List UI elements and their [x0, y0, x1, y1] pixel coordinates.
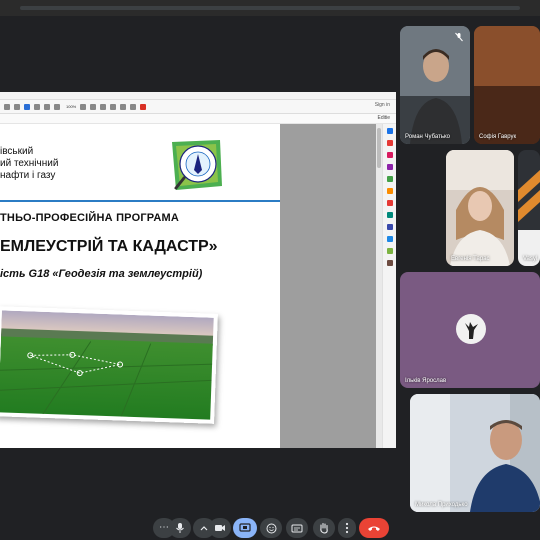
pdf-subtoolbar: Editie: [0, 114, 396, 124]
zoom-out-icon[interactable]: [44, 103, 50, 110]
participant-video: [446, 150, 514, 266]
edit-tool-icon[interactable]: [387, 164, 393, 170]
university-line: нафти і газу: [0, 170, 56, 181]
edit-label[interactable]: Editie: [377, 115, 390, 121]
scrollbar-thumb[interactable]: [377, 128, 381, 168]
grid-icon[interactable]: [14, 103, 20, 110]
program-title: ЕМЛЕУСТРІЙ ТА КАДАСТР»: [0, 238, 218, 255]
fit-icon[interactable]: [80, 103, 87, 110]
participant-name: Роман Чубатько: [405, 134, 450, 140]
specialty-line: ість G18 «Геодезія та землеустрій): [0, 268, 203, 280]
participant-tile[interactable]: Ільків Ярослав: [400, 272, 540, 388]
more-actions-button[interactable]: [338, 518, 356, 538]
highlight-icon[interactable]: [110, 103, 117, 110]
camera-button[interactable]: [209, 518, 231, 538]
captions-icon: [291, 524, 303, 532]
chevron-up-icon: [200, 526, 208, 531]
leave-call-button[interactable]: [359, 518, 389, 538]
text-icon[interactable]: [120, 103, 127, 110]
emoji-button[interactable]: [260, 518, 282, 538]
delete-icon[interactable]: [130, 103, 137, 110]
comment-tool-icon[interactable]: [387, 176, 393, 182]
document-margin: [280, 124, 376, 448]
participant-video: [474, 26, 540, 144]
participant-tile[interactable]: Роман Чубатько: [400, 26, 470, 144]
document-page: івський ий технічний нафти і газу ТНЬО-П…: [0, 124, 280, 448]
participant-tile[interactable]: Софія Гаврук: [474, 26, 540, 144]
camera-icon: [215, 525, 225, 531]
zoom-level[interactable]: 100%: [66, 104, 76, 109]
more-horizontal-icon: ⋯: [159, 522, 169, 533]
window-titlebar: [0, 92, 396, 100]
tools-rail: [382, 124, 396, 448]
more-vertical-icon: [345, 522, 349, 534]
create-tool-icon[interactable]: [387, 152, 393, 158]
top-bar: [20, 6, 520, 10]
emoji-icon: [266, 523, 276, 533]
end-call-icon: [368, 526, 380, 531]
participant-name: Ільків Ярослав: [405, 378, 447, 384]
captions-button[interactable]: [286, 518, 308, 538]
participant-name: Софія Гаврук: [479, 134, 517, 140]
top-strip: [0, 0, 540, 16]
university-line: івський: [0, 146, 34, 157]
print-tool-icon[interactable]: [387, 248, 393, 254]
microphone-button[interactable]: [169, 518, 191, 538]
zoom-in-icon[interactable]: [54, 103, 60, 110]
more-tools-icon[interactable]: [387, 260, 393, 266]
participant-name: Евгенія Тарас: [451, 256, 490, 262]
protect-tool-icon[interactable]: [387, 224, 393, 230]
field-photo: [0, 306, 218, 424]
participant-tile[interactable]: Vasyl: [518, 150, 540, 266]
combine-tool-icon[interactable]: [387, 188, 393, 194]
search-tool-icon[interactable]: [387, 128, 393, 134]
organize-tool-icon[interactable]: [387, 200, 393, 206]
sign-in-link[interactable]: Sign in: [375, 102, 390, 108]
present-button[interactable]: [233, 518, 257, 538]
university-line: ий технічний: [0, 158, 59, 169]
department-logo: [172, 140, 222, 190]
pen-icon[interactable]: [100, 103, 107, 110]
hand-icon[interactable]: [34, 103, 40, 110]
header-divider: [0, 200, 280, 202]
redact-tool-icon[interactable]: [387, 212, 393, 218]
participant-name: Микола Приходько: [415, 502, 468, 508]
program-label: ТНЬО-ПРОФЕСІЙНА ПРОГРАМА: [0, 212, 179, 224]
export-tool-icon[interactable]: [387, 140, 393, 146]
shared-screen: 100% Sign in Editie івський ий технічний…: [0, 92, 396, 448]
hand-icon: [320, 522, 328, 534]
microphone-icon: [176, 523, 184, 533]
pdf-toolbar: 100% Sign in: [0, 100, 396, 114]
fill-sign-tool-icon[interactable]: [387, 236, 393, 242]
participant-name: Vasyl: [523, 256, 538, 262]
participant-tile[interactable]: Евгенія Тарас: [446, 150, 514, 266]
present-screen-icon: [239, 523, 251, 532]
call-controls: ⋯: [0, 516, 540, 540]
participant-tile[interactable]: Микола Приходько: [410, 394, 540, 512]
raise-hand-button[interactable]: [313, 518, 335, 538]
mic-off-icon: [455, 32, 463, 42]
fill-sign-icon[interactable]: [140, 103, 147, 110]
participant-video: [518, 150, 540, 266]
grid-icon[interactable]: [4, 103, 10, 110]
participant-video: [400, 26, 470, 144]
cursor-icon[interactable]: [24, 103, 30, 110]
participant-avatar: [456, 314, 486, 344]
university-name: івський ий технічний нафти і газу: [0, 146, 58, 182]
participant-video: [410, 394, 540, 512]
comment-icon[interactable]: [90, 103, 97, 110]
